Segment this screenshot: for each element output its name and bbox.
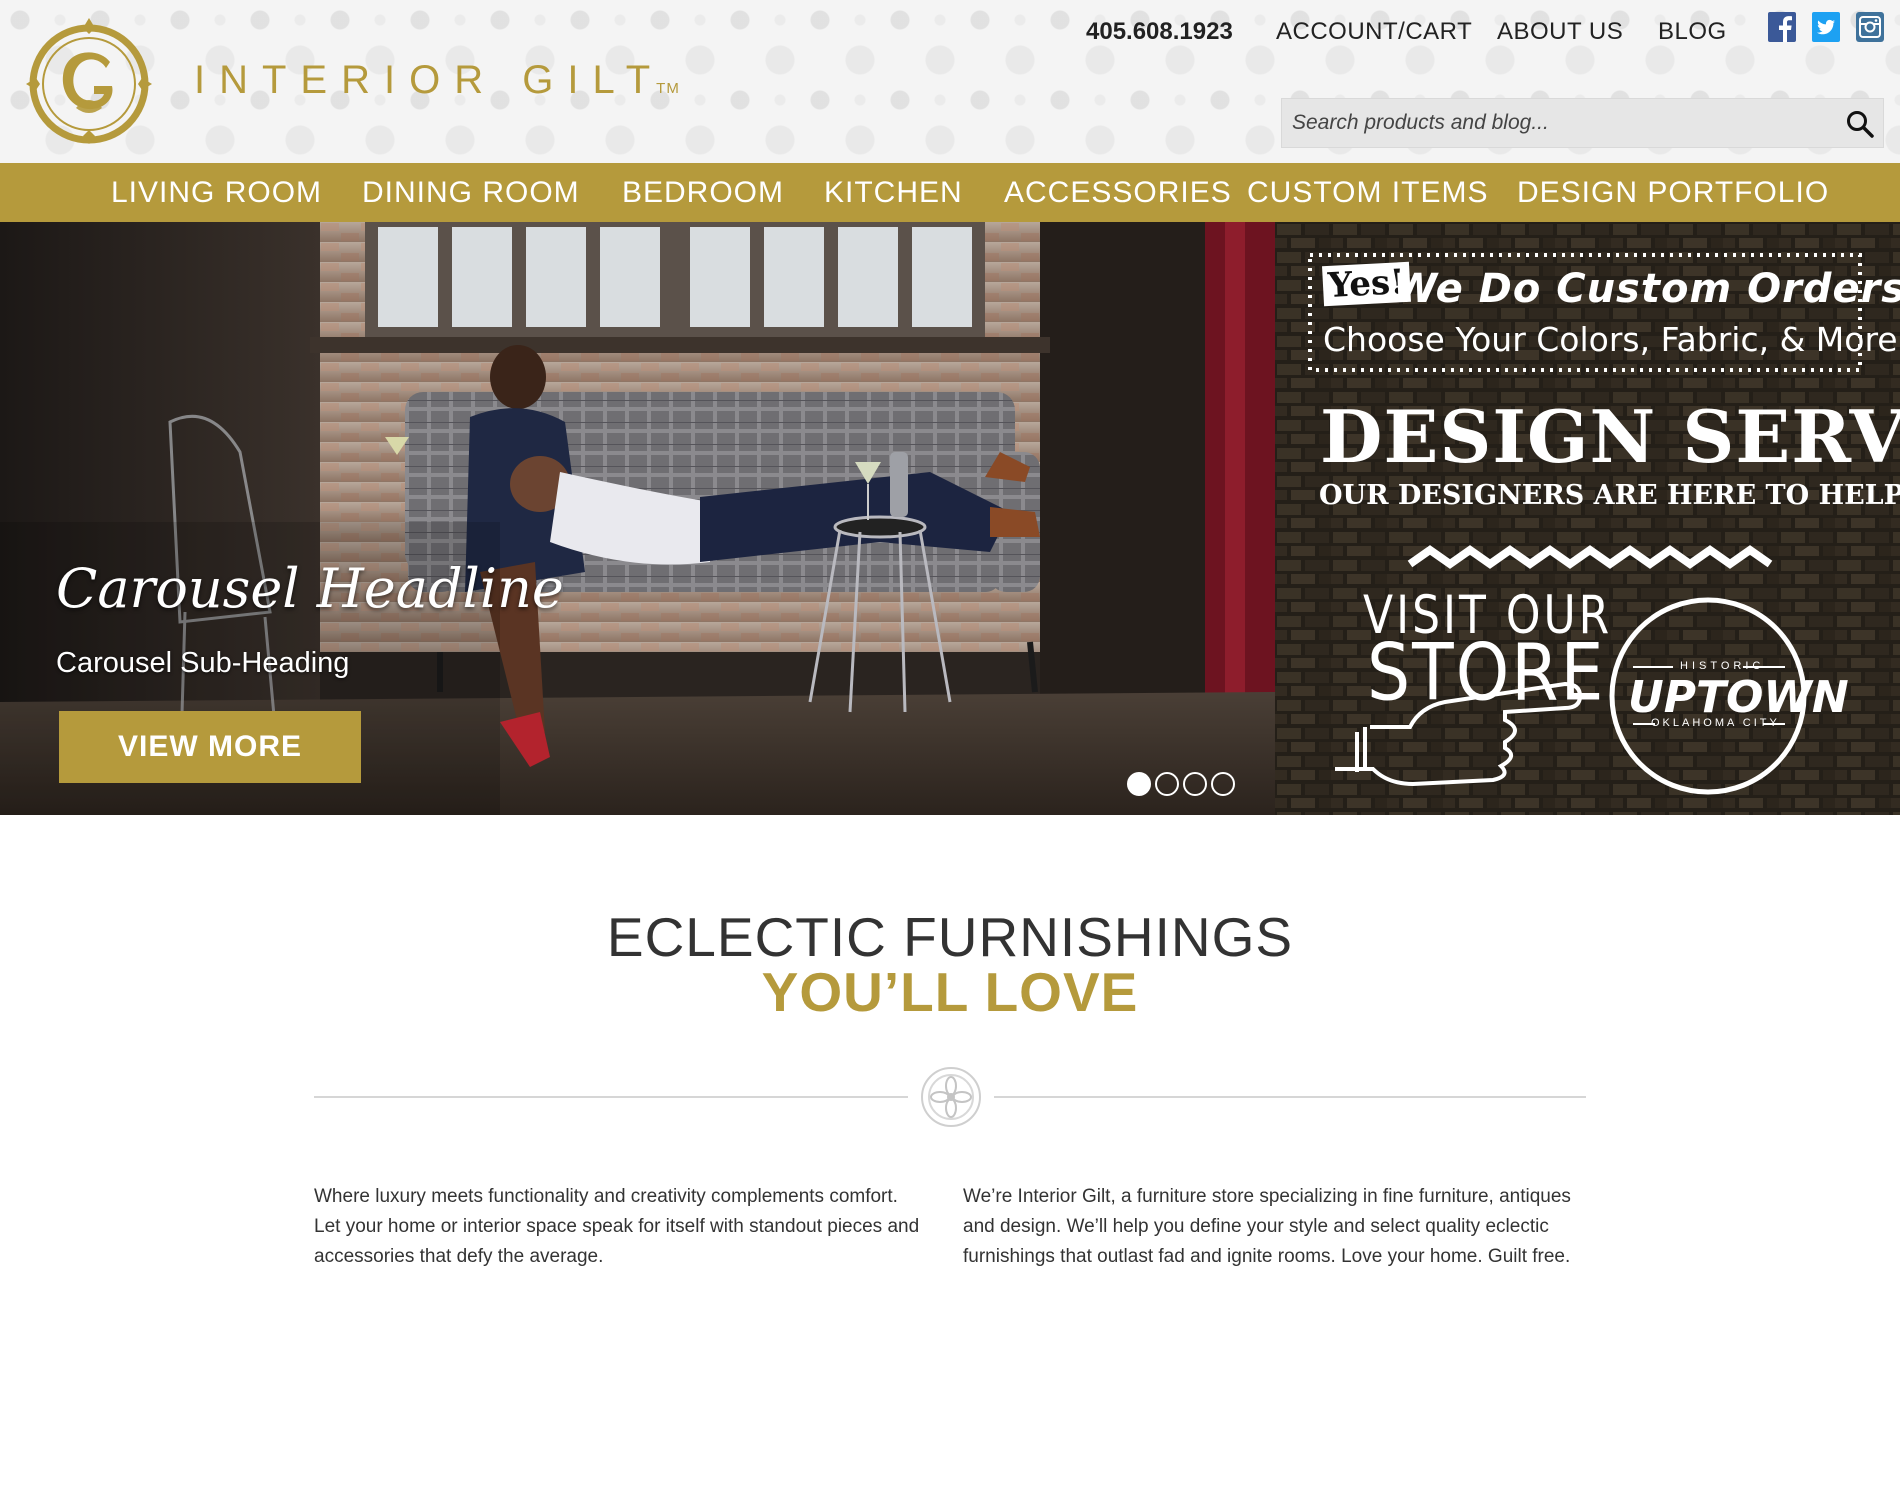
brand-name[interactable]: INTERIOR GILTTM: [194, 58, 680, 103]
uptown-label: UPTOWN: [1628, 672, 1849, 723]
design-services-promo[interactable]: Yes! We Do Custom Orders! Choose Your Co…: [1275, 222, 1900, 815]
nav-kitchen[interactable]: KITCHEN: [824, 176, 963, 210]
search-input[interactable]: [1282, 99, 1822, 147]
site-header: INTERIOR GILTTM 405.608.1923 ACCOUNT/CAR…: [0, 0, 1900, 163]
search-bar: [1281, 98, 1884, 148]
account-cart-link[interactable]: ACCOUNT/CART: [1276, 18, 1472, 46]
nav-dining-room[interactable]: DINING ROOM: [362, 176, 580, 210]
carousel-dot-1[interactable]: [1127, 772, 1151, 796]
section-headline-accent: YOU’LL LOVE: [761, 961, 1139, 1023]
intro-paragraph-left: Where luxury meets functionality and cre…: [314, 1186, 920, 1267]
interior-gilt-logo[interactable]: [14, 12, 164, 150]
about-us-link[interactable]: ABOUT US: [1497, 18, 1623, 46]
trademark-mark: TM: [656, 80, 680, 97]
custom-orders-subtext: Choose Your Colors, Fabric, & More...: [1323, 320, 1900, 359]
nav-living-room[interactable]: LIVING ROOM: [111, 176, 322, 210]
carousel-subheading: Carousel Sub-Heading: [56, 647, 350, 679]
divider-line-right: [994, 1096, 1586, 1098]
custom-orders-heading: We Do Custom Orders!: [1393, 266, 1900, 312]
divider-line-left: [314, 1096, 908, 1098]
instagram-icon[interactable]: [1856, 12, 1884, 42]
hero-carousel: Carousel Headline Carousel Sub-Heading V…: [0, 222, 1275, 815]
design-services-heading: DESIGN SERVICES: [1320, 394, 1900, 479]
carousel-dot-4[interactable]: [1211, 772, 1235, 796]
brand-text: INTERIOR GILT: [194, 58, 665, 102]
main-nav: LIVING ROOM DINING ROOM BEDROOM KITCHEN …: [0, 163, 1900, 222]
view-more-button[interactable]: VIEW MORE: [59, 711, 361, 783]
store-text: STORE: [1367, 628, 1606, 719]
carousel-dot-3[interactable]: [1183, 772, 1207, 796]
carousel-headline: Carousel Headline: [56, 557, 564, 620]
twitter-icon[interactable]: [1812, 12, 1840, 42]
carousel-dot-2[interactable]: [1155, 772, 1179, 796]
nav-bedroom[interactable]: BEDROOM: [622, 176, 784, 210]
facebook-icon[interactable]: [1768, 12, 1796, 42]
phone-number[interactable]: 405.608.1923: [1086, 18, 1233, 46]
nav-accessories[interactable]: ACCESSORIES: [1004, 176, 1232, 210]
search-icon[interactable]: [1845, 109, 1875, 139]
blog-link[interactable]: BLOG: [1658, 18, 1727, 46]
uptown-historic-label: HISTORIC: [1680, 660, 1765, 672]
rosette-ornament-icon: [921, 1067, 981, 1127]
oklahoma-city-label: OKLAHOMA CITY: [1651, 717, 1780, 729]
designers-help-text: OUR DESIGNERS ARE HERE TO HELP YOU!: [1319, 480, 1900, 511]
nav-design-portfolio[interactable]: DESIGN PORTFOLIO: [1517, 176, 1829, 210]
nav-custom-items[interactable]: CUSTOM ITEMS: [1247, 176, 1488, 210]
intro-paragraph-right: We’re Interior Gilt, a furniture store s…: [963, 1186, 1571, 1267]
